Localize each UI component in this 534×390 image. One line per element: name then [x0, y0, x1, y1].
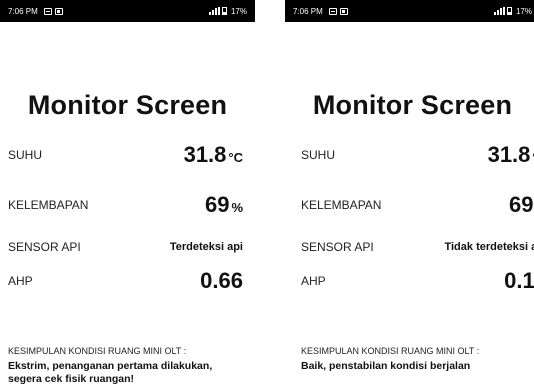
ahp-label: AHP: [301, 274, 326, 288]
signal-icon: [493, 7, 505, 15]
battery-percentage: 17%: [230, 6, 247, 16]
status-time: 7:06 PM: [8, 6, 38, 16]
suhu-value-group: 31.8°C: [488, 142, 534, 168]
conclusion-text: Ekstrim, penanganan pertama dilakukan, s…: [8, 360, 213, 385]
ahp-value: 0.13: [504, 268, 534, 293]
message-icon: [328, 7, 337, 15]
ahp-row: AHP 0.13: [301, 266, 534, 296]
page-title: Monitor Screen: [27, 90, 228, 120]
status-indicators: 17%: [493, 6, 532, 16]
suhu-value: 31.8: [487, 142, 531, 167]
image-icon: [54, 7, 63, 15]
suhu-row: SUHU 31.8°C: [8, 140, 243, 170]
battery-icon: [221, 7, 227, 15]
conclusion-label: KESIMPULAN KONDISI RUANG MINI OLT :: [8, 346, 187, 356]
status-indicators: 17%: [208, 6, 247, 16]
suhu-unit: °C: [228, 150, 243, 165]
sensor-api-label: SENSOR API: [301, 240, 374, 254]
suhu-label: SUHU: [8, 148, 43, 162]
kelembapan-label: KELEMBAPAN: [8, 198, 89, 212]
message-icon: [43, 7, 52, 15]
sensor-api-value: Terdeteksi api: [169, 241, 243, 253]
kelembapan-value: 69: [204, 192, 230, 217]
suhu-label: SUHU: [301, 148, 336, 162]
conclusion-label: KESIMPULAN KONDISI RUANG MINI OLT :: [301, 346, 480, 356]
status-bar: 7:06 PM 17%: [0, 0, 255, 22]
battery-percentage: 17%: [515, 6, 532, 16]
signal-icon: [208, 7, 220, 15]
kelembapan-row: KELEMBAPAN 69%: [8, 190, 243, 220]
ahp-value: 0.66: [200, 268, 243, 293]
sensor-api-row: SENSOR API Terdeteksi api: [8, 232, 243, 262]
page-title: Monitor Screen: [312, 90, 513, 120]
suhu-row: SUHU 31.8°C: [301, 140, 534, 170]
kelembapan-value-group: 69%: [509, 192, 534, 218]
suhu-value: 31.8: [183, 142, 227, 167]
image-icon: [339, 7, 348, 15]
ahp-row: AHP 0.66: [8, 266, 243, 296]
ahp-label: AHP: [8, 274, 33, 288]
kelembapan-unit: %: [231, 200, 243, 215]
kelembapan-row: KELEMBAPAN 69%: [301, 190, 534, 220]
status-time: 7:06 PM: [293, 6, 323, 16]
kelembapan-value-group: 69%: [205, 192, 243, 218]
sensor-api-label: SENSOR API: [8, 240, 81, 254]
phone-screen-fire-detected: 7:06 PM 17% Monitor Screen SUHU 31.8 °C K…: [0, 0, 255, 390]
suhu-value-group: 31.8°C: [184, 142, 243, 168]
sensor-api-value: Tidak terdeteksi api: [444, 241, 534, 253]
conclusion-text: Baik, penstabilan kondisi berjalan: [301, 360, 471, 372]
phone-screen-no-fire: 7:06 PM 17% Monitor Screen SUHU 31.8°C K…: [285, 0, 534, 390]
battery-icon: [506, 7, 512, 15]
sensor-api-row: SENSOR API Tidak terdeteksi api: [301, 232, 534, 262]
status-bar: 7:06 PM 17%: [285, 0, 534, 22]
kelembapan-label: KELEMBAPAN: [301, 198, 382, 212]
kelembapan-value: 69: [508, 192, 534, 217]
